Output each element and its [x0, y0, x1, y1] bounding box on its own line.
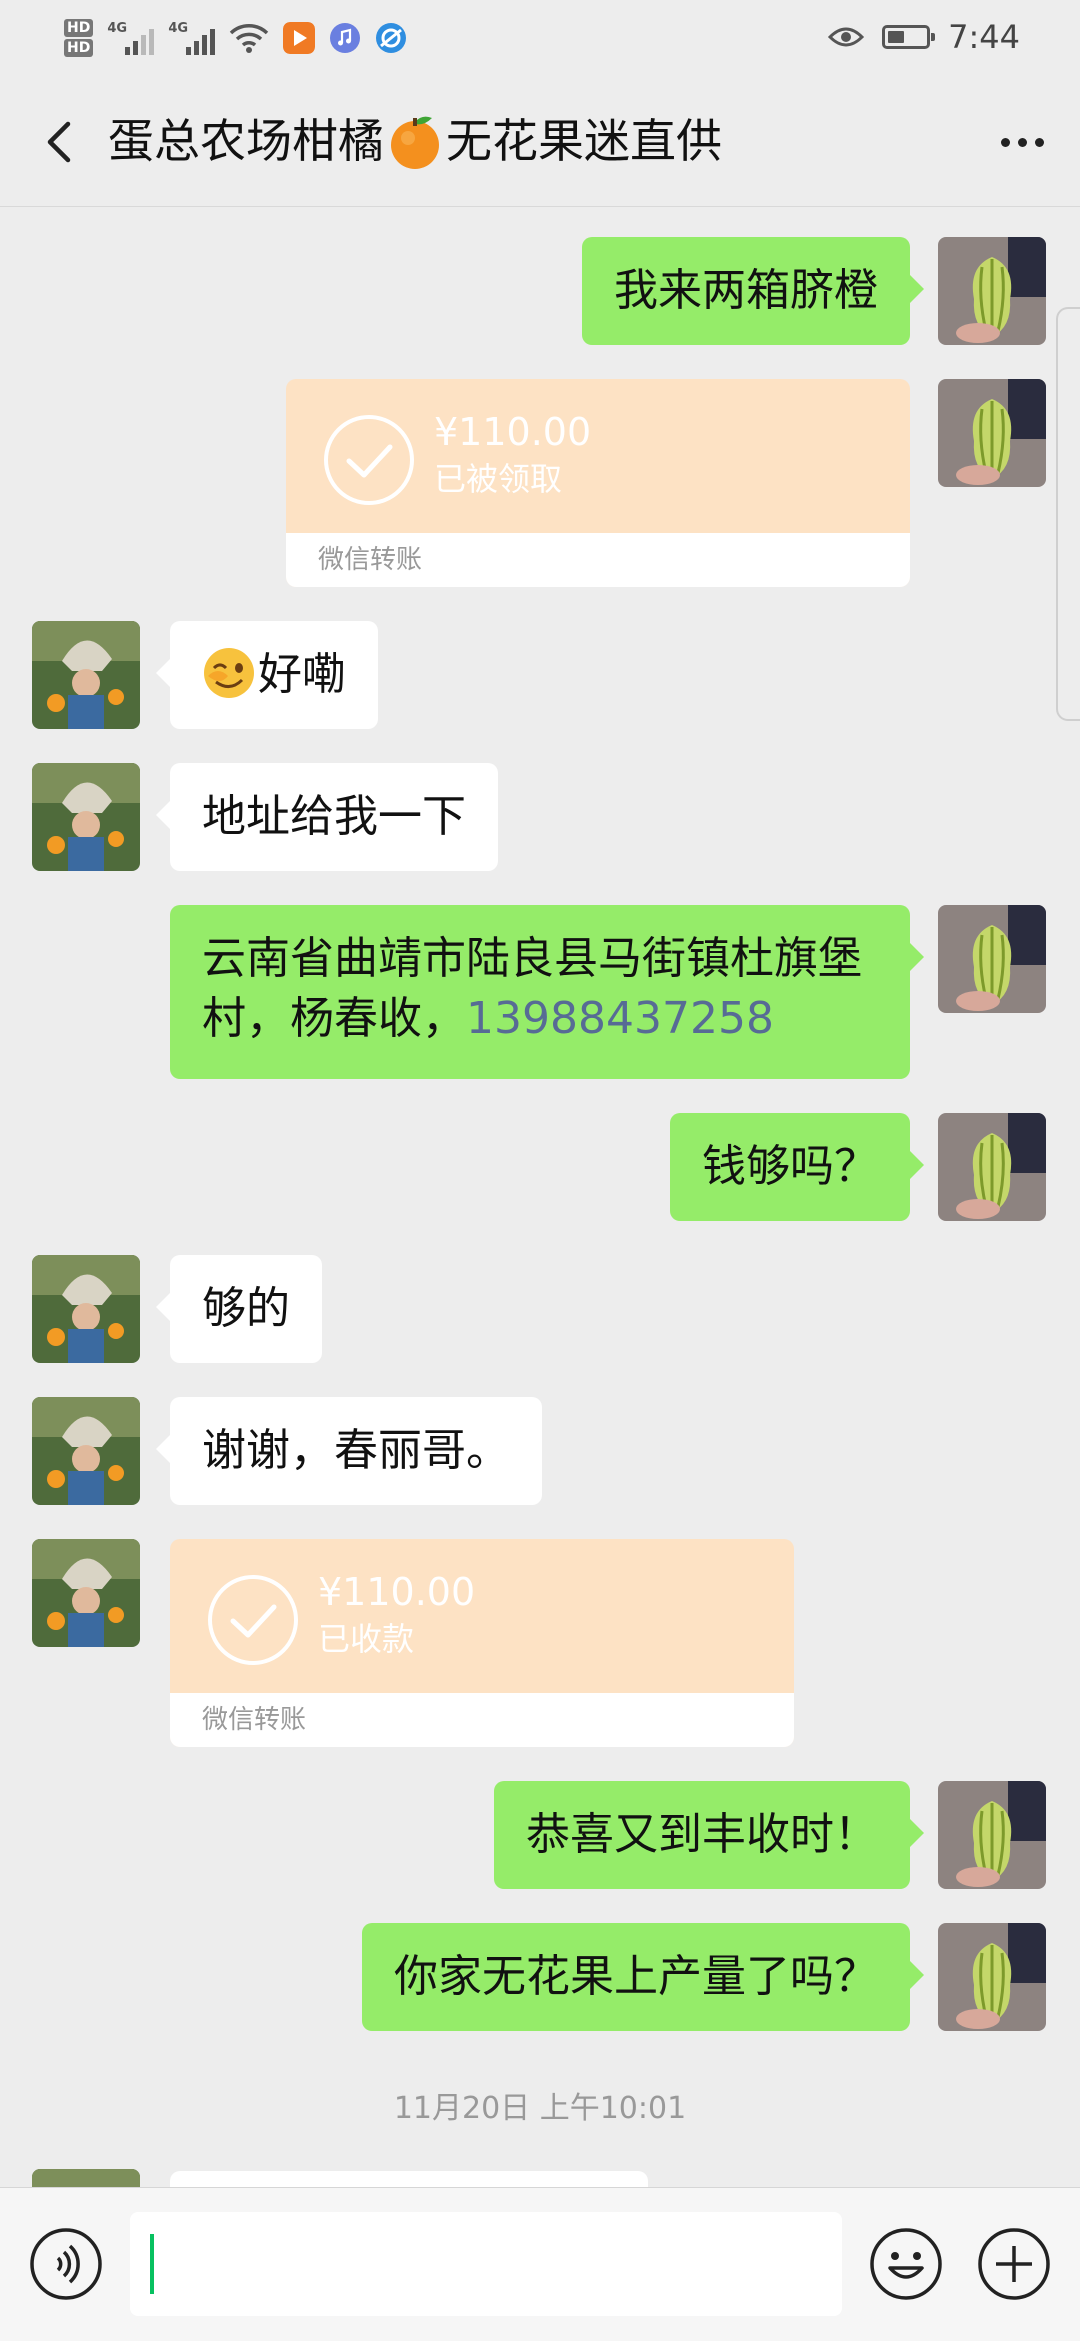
message-input[interactable] [130, 2212, 842, 2316]
message-bubble[interactable]: 地址给我一下 [156, 763, 498, 871]
message-bubble[interactable]: 你家无花果上产量了吗？ [362, 1923, 924, 2031]
message-text: 村，杨春收， [202, 993, 466, 1044]
transfer-label: 微信转账 [318, 545, 423, 575]
message-bubble[interactable]: 我来两箱脐橙 [582, 237, 924, 345]
chat-title: 蛋总农场柑橘 无花果迷直供 [108, 108, 722, 174]
message-bubble[interactable]: 够的 [156, 1255, 322, 1363]
contact-avatar[interactable] [32, 1255, 140, 1363]
plus-icon[interactable] [976, 2226, 1052, 2302]
music-app-icon [330, 23, 361, 53]
clock: 7:44 [948, 18, 1020, 56]
browser-app-icon [376, 23, 407, 53]
more-icon[interactable] [992, 112, 1052, 172]
status-bar: HD HD 4G 4G 7:44 [0, 0, 1080, 78]
tangerine-emoji-icon [391, 116, 439, 169]
signal-icon: 4G [168, 21, 216, 55]
transfer-amount: ¥110.00 [434, 410, 592, 454]
message-text: 地址给我一下 [202, 791, 466, 842]
voice-icon[interactable] [28, 2226, 104, 2302]
transfer-amount: ¥110.00 [318, 1570, 476, 1614]
input-bar [0, 2187, 1080, 2341]
message-text: 恭喜又到丰收时！ [526, 1809, 878, 1860]
message-text: 你家无花果上产量了吗？ [394, 1951, 878, 2002]
hd-label: HD [64, 39, 94, 57]
hd-label: HD [64, 19, 94, 37]
emoji-icon[interactable] [868, 2226, 944, 2302]
my-avatar[interactable] [938, 1781, 1046, 1889]
transfer-card[interactable]: ¥110.00 已收款 微信转账 [170, 1539, 794, 1747]
message-bubble[interactable]: 云南省曲靖市陆良县马街镇杜旗堡 村，杨春收，13988437258 [170, 905, 924, 1079]
eye-comfort-icon [828, 27, 865, 47]
message-list[interactable]: 我来两箱脐橙 ¥110.00 已被领取 微信转账 好嘞 地址给我一下 云南省曲靖… [0, 207, 1080, 2187]
message-text: 钱够吗？ [702, 1141, 878, 1192]
wifi-icon [230, 24, 269, 53]
network-type: 4G [168, 21, 189, 36]
check-circle-icon [324, 415, 414, 505]
contact-avatar[interactable] [32, 763, 140, 871]
transfer-label: 微信转账 [202, 1705, 307, 1735]
wink-emoji-icon [204, 648, 254, 698]
message-text: 谢谢，春丽哥。 [202, 1425, 510, 1476]
scrollbar[interactable] [1056, 307, 1080, 721]
timestamp: 11月20日 上午10:01 [393, 2091, 687, 2126]
my-avatar[interactable] [938, 237, 1046, 345]
message-bubble[interactable]: 好嘞 [156, 621, 378, 729]
chat-title-part: 蛋总农场柑橘 [108, 114, 384, 168]
message-text: 我来两箱脐橙 [614, 265, 878, 316]
transfer-card[interactable]: ¥110.00 已被领取 微信转账 [286, 379, 910, 587]
network-type: 4G [107, 21, 128, 36]
chat-header: 蛋总农场柑橘 无花果迷直供 [0, 78, 1080, 207]
message-bubble[interactable]: 钱够吗？ [670, 1113, 924, 1221]
phone-link[interactable]: 13988437258 [466, 993, 774, 1044]
signal-icon: 4G [107, 21, 155, 55]
message-text: 够的 [202, 1283, 290, 1334]
text-caret [150, 2234, 154, 2294]
battery-icon [882, 25, 936, 49]
contact-avatar[interactable] [32, 1539, 140, 1647]
message-bubble[interactable]: 恭喜又到丰收时！ [494, 1781, 924, 1889]
contact-avatar[interactable] [32, 1397, 140, 1505]
chat-title-part: 无花果迷直供 [446, 114, 722, 168]
my-avatar[interactable] [938, 1923, 1046, 2031]
transfer-status: 已收款 [318, 1620, 415, 1658]
contact-avatar[interactable] [32, 621, 140, 729]
my-avatar[interactable] [938, 379, 1046, 487]
message-text: 好嘞 [258, 649, 346, 700]
my-avatar[interactable] [938, 1113, 1046, 1221]
check-circle-icon [208, 1575, 298, 1665]
my-avatar[interactable] [938, 905, 1046, 1013]
contact-avatar[interactable] [32, 2169, 140, 2187]
hd-indicator: HD HD [64, 19, 94, 57]
message-bubble-partial[interactable] [170, 2171, 648, 2187]
chevron-left-icon[interactable] [30, 112, 90, 172]
video-app-icon [283, 22, 316, 54]
message-text: 云南省曲靖市陆良县马街镇杜旗堡 [202, 933, 862, 984]
message-bubble[interactable]: 谢谢，春丽哥。 [156, 1397, 542, 1505]
transfer-status: 已被领取 [434, 460, 563, 498]
